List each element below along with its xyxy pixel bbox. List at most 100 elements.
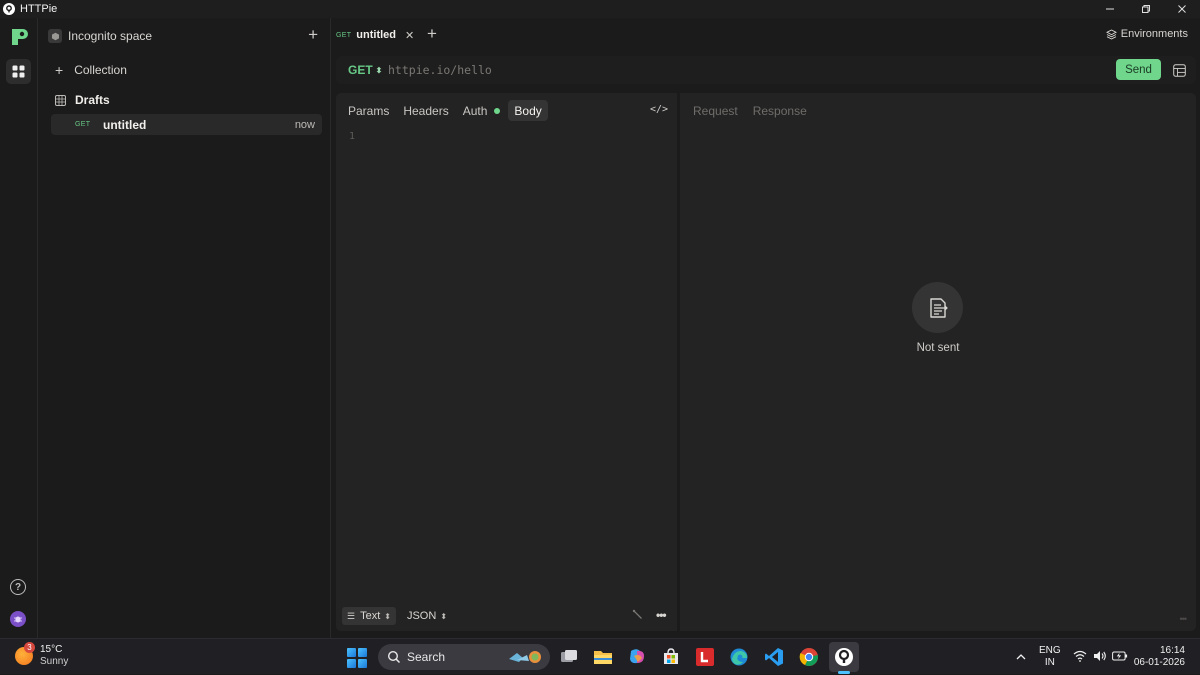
add-icon[interactable]: + [308,26,318,44]
sort-arrows-icon: ⬍ [384,611,391,621]
help-icon[interactable]: ? [10,579,26,595]
auth-status-dot [494,107,501,114]
send-button[interactable]: Send [1116,59,1161,80]
taskbar-clock[interactable]: 16:14 06-01-2026 [1133,645,1185,669]
file-explorer-icon[interactable] [593,647,613,667]
clock-date: 06-01-2026 [1133,657,1185,668]
line-number: 1 [349,131,356,142]
copilot-icon[interactable] [627,647,647,667]
layout-icon [1172,63,1186,77]
collection-label: Collection [74,63,127,77]
window-title: HTTPie [20,3,58,15]
lang-secondary: IN [1044,657,1055,668]
weather-badge: 3 [24,642,35,653]
tab-untitled[interactable]: GET untitled ✕ [336,25,414,45]
environments-button[interactable]: Environments [1105,28,1188,40]
more-options-icon[interactable]: ••• [656,608,667,622]
workspace-grid-button[interactable] [6,59,31,84]
search-label: Search [407,650,446,664]
request-tabs: Params Headers Auth Body [342,100,550,121]
new-collection-button[interactable]: + Collection [55,62,127,78]
layout-toggle-button[interactable] [1170,61,1188,79]
red-l-app-icon[interactable] [695,647,715,667]
task-view-icon[interactable] [559,647,579,667]
httpie-brand-icon [9,27,29,47]
layers-icon [1105,28,1117,40]
sort-arrows-icon: ⬍ [440,611,448,621]
sort-arrows-icon: ⬍ [375,65,383,75]
feedback-bug-icon[interactable] [10,611,26,627]
grid-icon [12,65,25,78]
close-tab-icon[interactable]: ✕ [405,29,414,42]
draft-name: untitled [103,117,147,132]
weather-temp: 15°C [40,644,63,655]
method-select[interactable]: GET ⬍ [348,63,382,77]
search-highlight-icon [509,651,541,663]
tab-headers[interactable]: Headers [397,100,454,121]
weather-widget[interactable]: 3 15°C Sunny [15,642,69,668]
input-language[interactable]: ENG IN [1039,645,1061,669]
restore-button[interactable] [1128,0,1164,18]
url-input[interactable] [388,60,1088,80]
taskbar-search[interactable]: Search [378,644,550,670]
body-type-value: JSON [406,610,437,622]
sidebar: Incognito space + + Collection Drafts GE… [39,18,331,638]
clock-time: 16:14 [1159,645,1185,656]
body-type-select[interactable]: JSON ⬍ [402,607,452,625]
space-selector[interactable]: Incognito space + [48,26,326,46]
tab-bar: GET untitled ✕ + Environments [332,18,1200,52]
url-bar: GET ⬍ Send [336,56,1196,84]
drafts-label: Drafts [75,93,110,107]
body-format-select[interactable]: ☰ Text ⬍ [342,607,396,625]
drafts-folder[interactable]: Drafts [55,93,110,107]
windows-start-icon[interactable] [347,648,367,668]
code-icon[interactable]: </> [650,104,668,115]
httpie-taskbar-icon[interactable] [829,642,859,672]
chevron-up-icon[interactable] [1015,652,1027,662]
new-tab-button[interactable]: + [427,25,437,43]
tab-name: untitled [356,29,397,41]
battery-icon[interactable] [1112,650,1128,662]
request-pane: Params Headers Auth Body </> 1 ☰ Text ⬍ … [336,93,677,631]
weather-condition: Sunny [40,656,69,667]
microsoft-store-icon[interactable] [661,647,681,667]
response-pane: Request Response Not sent ••• [680,93,1196,631]
tab-auth[interactable]: Auth [457,100,507,121]
tab-auth-label: Auth [462,103,488,118]
search-icon [387,650,401,664]
tab-method: GET [336,31,352,39]
minimize-button[interactable] [1092,0,1128,18]
method-value: GET [348,63,373,77]
beautify-wand-icon[interactable] [632,609,643,623]
vscode-icon[interactable] [764,647,784,667]
title-bar: HTTPie [0,0,1200,18]
draft-time: now [294,118,315,131]
edge-browser-icon[interactable] [729,647,749,667]
close-window-button[interactable] [1164,0,1200,18]
draft-request-item[interactable]: GET untitled now [51,114,322,135]
httpie-logo-icon [3,3,15,15]
tab-params[interactable]: Params [342,100,395,121]
wifi-icon[interactable] [1073,650,1087,662]
icon-rail: ? [0,18,38,638]
sun-icon: 3 [15,642,35,665]
cube-icon [48,29,62,43]
environments-label: Environments [1120,28,1188,40]
tab-response[interactable]: Response [753,104,807,118]
response-status: Not sent [916,342,960,354]
response-tabs: Request Response [693,104,822,118]
response-more-icon[interactable]: ••• [1180,614,1188,624]
tab-request-preview[interactable]: Request [693,104,738,118]
body-footer: ☰ Text ⬍ JSON ⬍ [342,607,458,625]
space-name: Incognito space [68,29,153,43]
lang-primary: ENG [1039,645,1061,656]
drafts-grid-icon [55,94,66,106]
volume-icon[interactable] [1093,650,1107,662]
chrome-browser-icon[interactable] [799,647,819,667]
plus-icon: + [55,62,64,78]
tab-body[interactable]: Body [508,100,548,121]
body-format-value: Text [360,610,381,622]
draft-method: GET [75,121,91,128]
text-format-icon: ☰ [347,610,356,621]
document-icon [912,282,963,333]
